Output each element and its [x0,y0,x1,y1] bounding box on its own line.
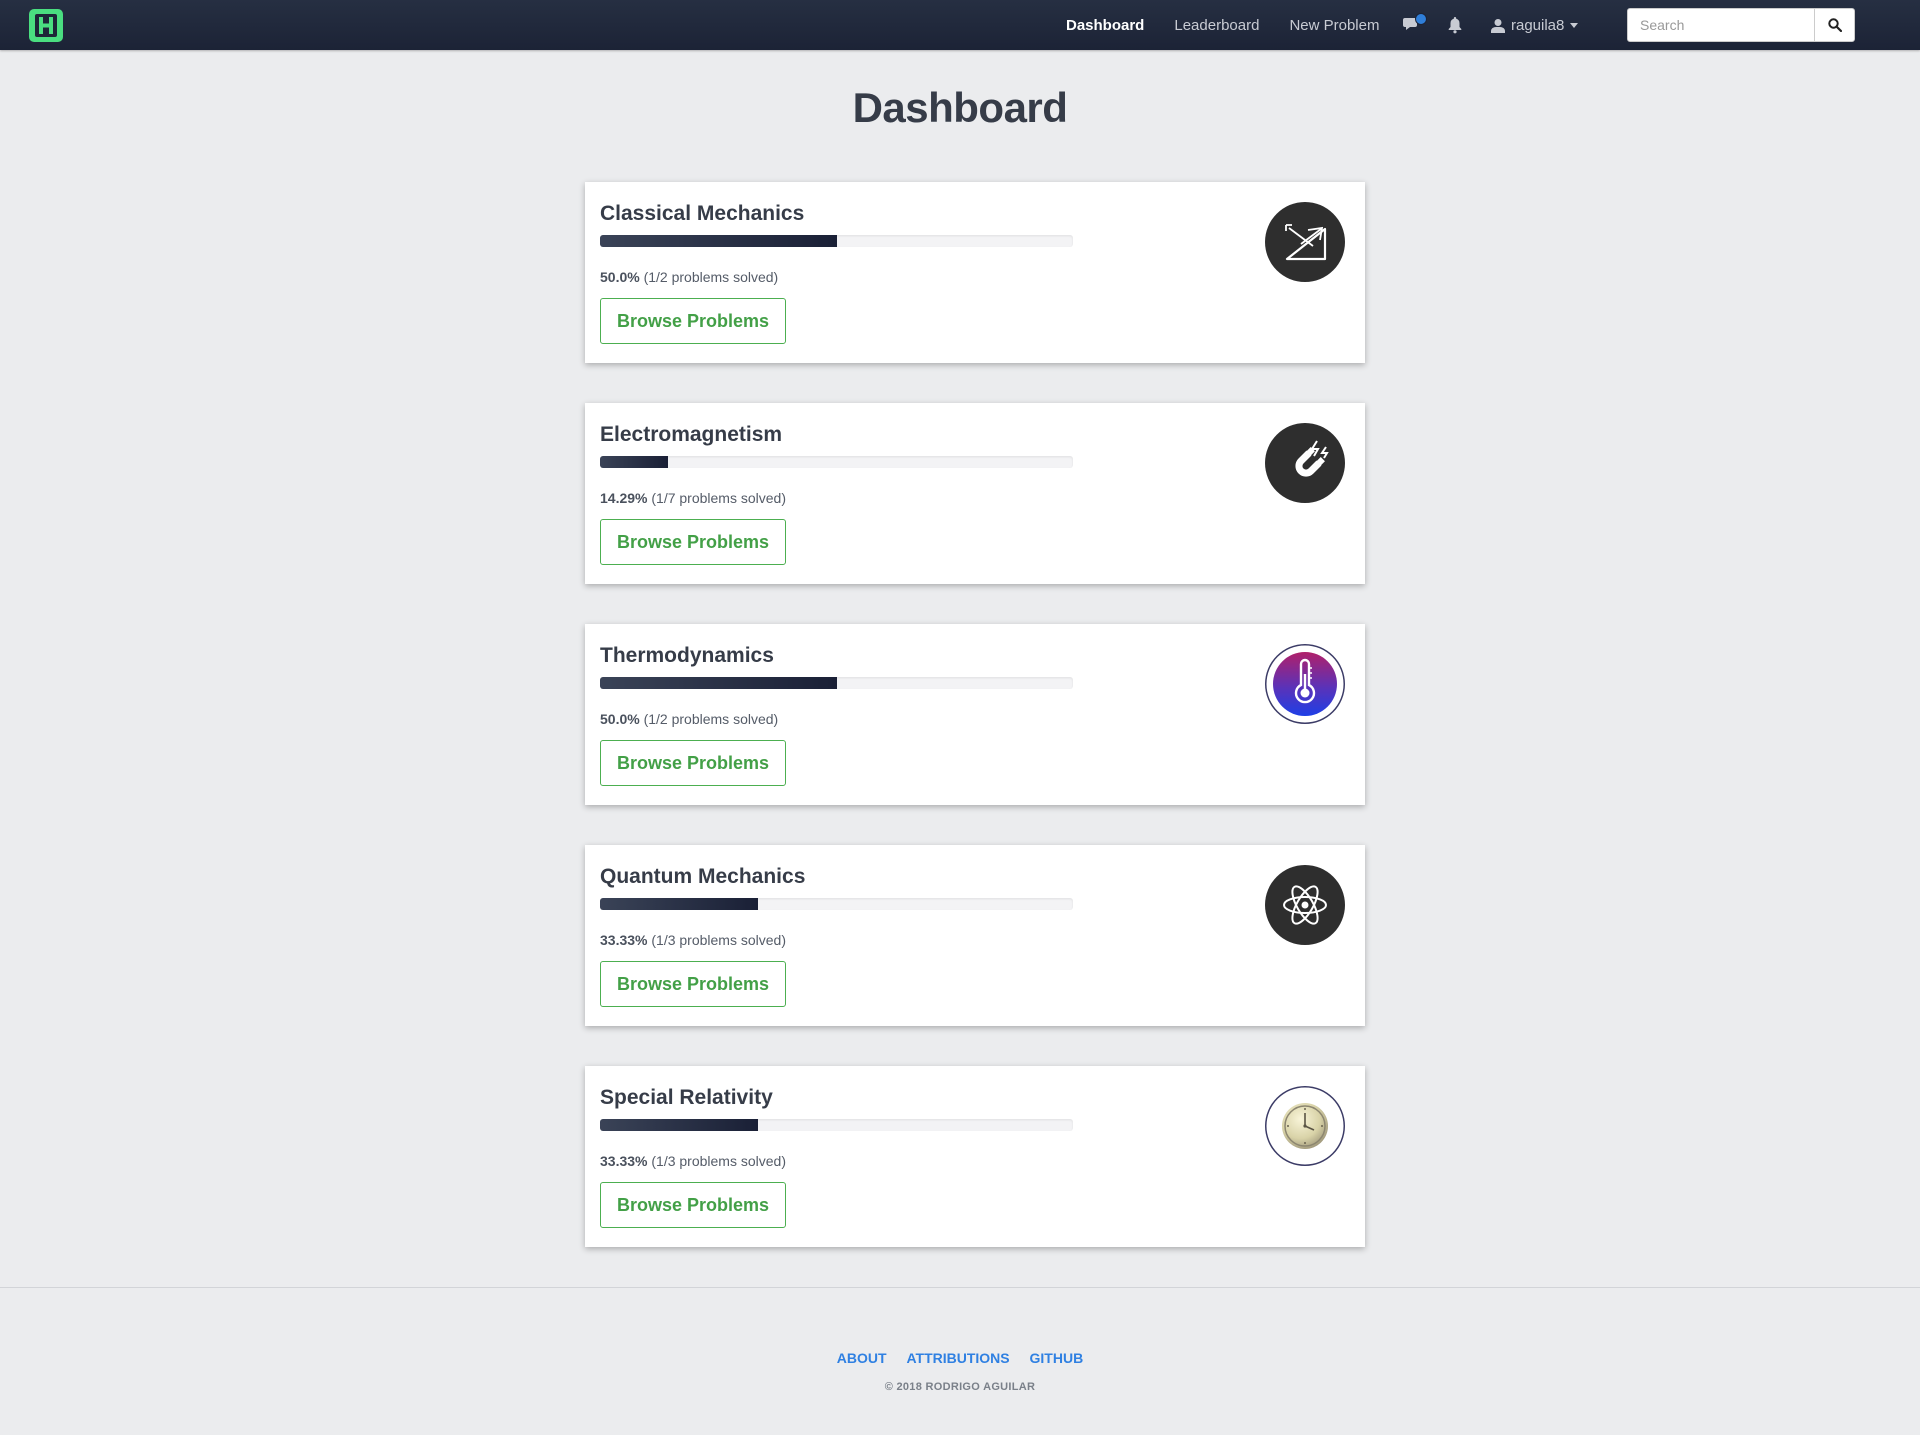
progress-bar [600,1119,1073,1131]
footer-divider [0,1287,1920,1288]
browse-problems-button[interactable]: Browse Problems [600,519,786,565]
progress-detail: (1/2 problems solved) [643,269,779,285]
progress-fill [600,456,668,468]
progress-bar [600,677,1073,689]
progress-text: 50.0% (1/2 problems solved) [600,269,778,285]
topic-title: Quantum Mechanics [600,865,806,888]
progress-fill [600,677,837,689]
topic-card-electromagnetism: Electromagnetism 14.29% (1/7 problems so… [585,403,1365,584]
progress-text: 14.29% (1/7 problems solved) [600,490,786,506]
thermometer-icon [1265,644,1345,724]
footer-link-github[interactable]: GITHUB [1030,1350,1084,1366]
h-logo-icon [35,14,57,37]
progress-text: 33.33% (1/3 problems solved) [600,932,786,948]
browse-problems-button[interactable]: Browse Problems [600,961,786,1007]
bell-icon[interactable] [1447,16,1463,39]
username-label: raguila8 [1511,16,1565,34]
nav-link-new-problem[interactable]: New Problem [1289,17,1379,34]
progress-percent: 14.29% [600,490,648,506]
clock-icon [1265,1086,1345,1166]
progress-detail: (1/7 problems solved) [651,490,786,506]
browse-problems-button[interactable]: Browse Problems [600,298,786,344]
progress-detail: (1/3 problems solved) [651,1153,786,1169]
topic-title: Classical Mechanics [600,202,805,225]
topic-card-classical-mechanics: Classical Mechanics 50.0% (1/2 problems … [585,182,1365,363]
topic-card-thermodynamics: Thermodynamics 50.0% (1/2 problems solve… [585,624,1365,805]
brand-logo[interactable] [29,9,63,42]
magnet-icon [1265,423,1345,503]
browse-problems-button[interactable]: Browse Problems [600,740,786,786]
topic-title: Thermodynamics [600,644,774,667]
search-icon [1827,18,1842,32]
nav-links: Dashboard Leaderboard New Problem [1066,0,1409,50]
footer-link-attributions[interactable]: ATTRIBUTIONS [906,1350,1009,1366]
notification-dot [1415,13,1427,25]
footer-link-about[interactable]: ABOUT [837,1350,887,1366]
progress-percent: 33.33% [600,1153,648,1169]
atom-icon [1265,865,1345,945]
chevron-down-icon [1570,22,1579,28]
copyright-text: © 2018 RODRIGO AGUILAR [884,1381,1036,1393]
progress-fill [600,898,758,910]
page-title: Dashboard [852,84,1068,131]
progress-bar [600,235,1073,247]
topic-card-special-relativity: Special Relativity 33.33% (1/3 problems … [585,1066,1365,1247]
progress-percent: 50.0% [600,269,640,285]
browse-problems-button[interactable]: Browse Problems [600,1182,786,1228]
nav-link-leaderboard[interactable]: Leaderboard [1174,17,1259,34]
navbar: Dashboard Leaderboard New Problem raguil… [0,0,1920,50]
progress-text: 33.33% (1/3 problems solved) [600,1153,786,1169]
progress-fill [600,235,837,247]
user-menu[interactable]: raguila8 [1491,15,1579,35]
progress-percent: 33.33% [600,932,648,948]
progress-detail: (1/3 problems solved) [651,932,786,948]
incline-plane-icon [1265,202,1345,282]
progress-fill [600,1119,758,1131]
search-input[interactable] [1627,8,1815,42]
nav-link-dashboard[interactable]: Dashboard [1066,17,1144,34]
progress-text: 50.0% (1/2 problems solved) [600,711,778,727]
progress-bar [600,456,1073,468]
user-icon [1491,18,1505,33]
progress-detail: (1/2 problems solved) [643,711,779,727]
topic-title: Special Relativity [600,1086,773,1109]
progress-percent: 50.0% [600,711,640,727]
search-button[interactable] [1814,8,1855,42]
topic-card-quantum-mechanics: Quantum Mechanics 33.33% (1/3 problems s… [585,845,1365,1026]
progress-bar [600,898,1073,910]
footer-links: ABOUT ATTRIBUTIONS GITHUB [0,1350,1920,1366]
topic-title: Electromagnetism [600,423,783,446]
